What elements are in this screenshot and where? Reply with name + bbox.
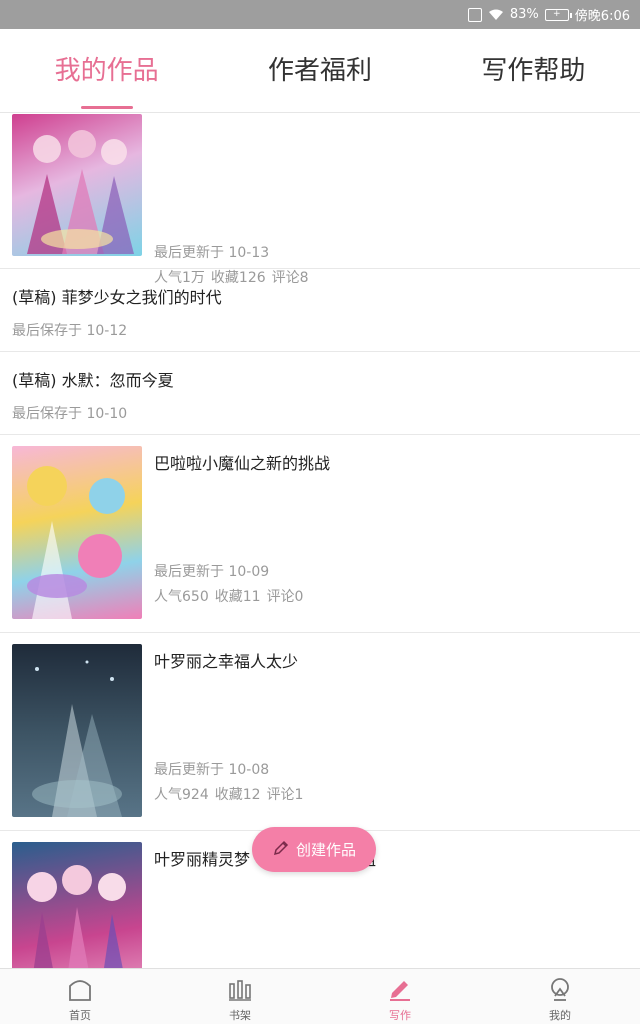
pencil-icon bbox=[386, 975, 414, 1003]
create-work-label: 创建作品 bbox=[295, 841, 356, 859]
bookshelf-icon bbox=[226, 975, 254, 1003]
bottom-nav: 首页 书架 写作 我的 bbox=[0, 968, 640, 1024]
work-favorites: 收藏12 bbox=[214, 787, 261, 803]
work-updated: 最后更新于 10-09 bbox=[154, 564, 270, 580]
home-icon bbox=[66, 975, 94, 1003]
nav-profile-label: 我的 bbox=[549, 1009, 571, 1022]
draft-title: (草稿) 菲梦少女之我们的时代 bbox=[12, 288, 222, 307]
tab-author-benefits[interactable]: 作者福利 bbox=[213, 29, 426, 112]
work-updated: 最后更新于 10-08 bbox=[154, 762, 270, 778]
nav-write-label: 写作 bbox=[389, 1009, 411, 1022]
nav-bookshelf[interactable]: 书架 bbox=[160, 969, 320, 1024]
battery-percent: 83% bbox=[509, 7, 539, 22]
draft-title: (草稿) 水默：忽而今夏 bbox=[12, 371, 174, 390]
pencil-icon bbox=[272, 839, 290, 861]
work-cover[interactable] bbox=[12, 842, 142, 968]
nav-home[interactable]: 首页 bbox=[0, 969, 160, 1024]
work-stats: 人气924 收藏12 评论1 bbox=[154, 784, 303, 804]
nav-home-label: 首页 bbox=[69, 1009, 91, 1022]
work-favorites: 收藏11 bbox=[214, 589, 261, 605]
work-title: 叶罗丽之幸福人太少 bbox=[154, 652, 299, 671]
list-item[interactable]: 最后更新于 10-13 人气1万 收藏126 评论8 bbox=[0, 114, 640, 286]
work-cover[interactable] bbox=[12, 644, 142, 817]
vibrate-icon bbox=[467, 7, 482, 22]
top-tabs: 我的作品 作者福利 写作帮助 bbox=[0, 29, 640, 113]
draft-saved: 最后保存于 10-10 bbox=[12, 406, 128, 422]
tab-writing-help[interactable]: 写作帮助 bbox=[427, 29, 640, 112]
work-updated: 最后更新于 10-13 bbox=[154, 245, 270, 261]
wifi-icon bbox=[488, 9, 504, 21]
work-popularity: 人气650 bbox=[154, 589, 209, 605]
nav-bookshelf-label: 书架 bbox=[229, 1009, 251, 1022]
work-popularity: 人气924 bbox=[154, 787, 209, 803]
list-item[interactable]: 巴啦啦小魔仙之新的挑战 最后更新于 10-09 人气650 收藏11 评论0 bbox=[0, 435, 640, 633]
status-time: 傍晚6:06 bbox=[574, 9, 630, 24]
work-cover[interactable] bbox=[12, 446, 142, 619]
nav-write[interactable]: 写作 bbox=[320, 969, 480, 1024]
list-item[interactable]: (草稿) 水默：忽而今夏 最后保存于 10-10 bbox=[0, 352, 640, 435]
list-item[interactable]: 叶罗丽之幸福人太少 最后更新于 10-08 人气924 收藏12 评论1 bbox=[0, 633, 640, 831]
work-stats: 人气650 收藏11 评论0 bbox=[154, 586, 303, 606]
work-title-text: 叶罗丽精灵梦 bbox=[154, 850, 251, 869]
work-comments: 评论1 bbox=[266, 787, 304, 803]
profile-icon bbox=[546, 975, 574, 1003]
nav-profile[interactable]: 我的 bbox=[480, 969, 640, 1024]
list-item[interactable]: (草稿) 菲梦少女之我们的时代 最后保存于 10-12 bbox=[0, 269, 640, 352]
status-bar: 83% + 傍晚6:06 bbox=[0, 0, 640, 29]
work-cover[interactable] bbox=[12, 114, 142, 256]
tab-my-works[interactable]: 我的作品 bbox=[0, 29, 213, 112]
draft-saved: 最后保存于 10-12 bbox=[12, 323, 128, 339]
battery-icon: + bbox=[544, 8, 572, 21]
work-title: 巴啦啦小魔仙之新的挑战 bbox=[154, 454, 331, 473]
work-comments: 评论0 bbox=[266, 589, 304, 605]
create-work-button[interactable]: 创建作品 bbox=[252, 827, 376, 872]
